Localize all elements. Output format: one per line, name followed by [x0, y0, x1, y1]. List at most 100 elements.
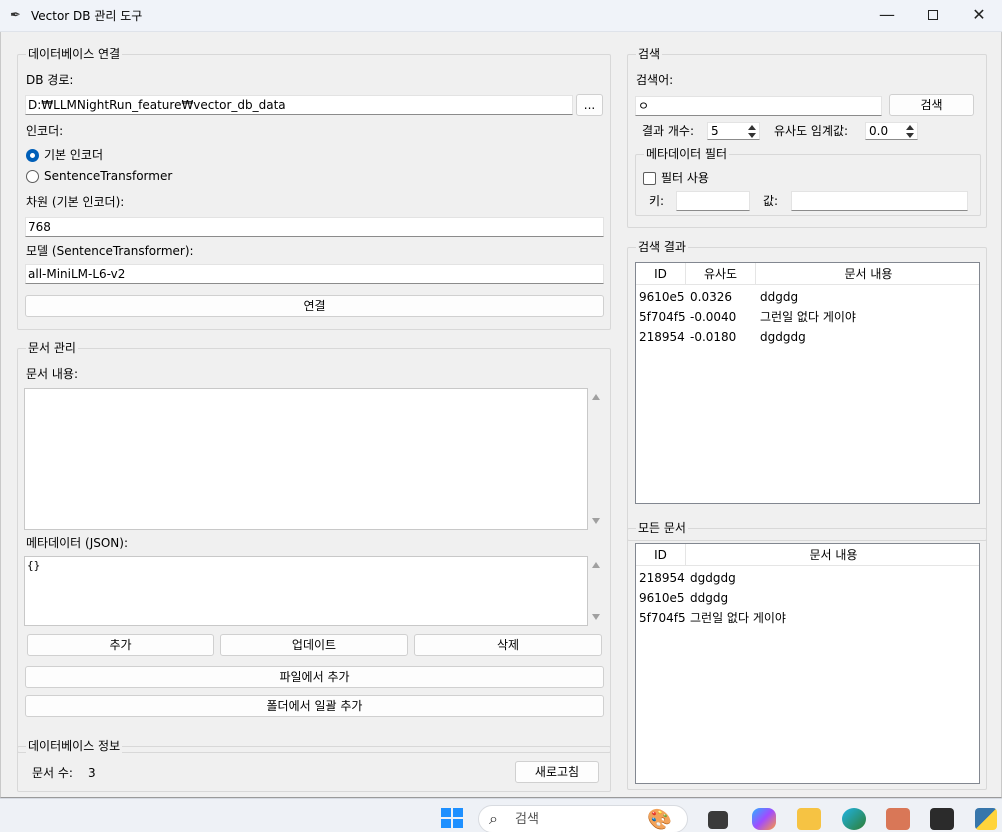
spin-down-icon[interactable]	[748, 133, 756, 138]
column-header-id[interactable]: ID	[636, 544, 686, 566]
filter-value-label: 값:	[763, 194, 779, 208]
minimize-button[interactable]: —	[864, 0, 910, 32]
group-title: 검색	[636, 46, 663, 62]
maximize-button[interactable]	[910, 0, 956, 32]
column-header-content[interactable]: 문서 내용	[686, 544, 981, 566]
group-title: 검색 결과	[636, 239, 688, 255]
browse-button[interactable]: ...	[576, 94, 603, 116]
threshold-spinbox[interactable]: 0.0	[865, 122, 918, 140]
table-row[interactable]: 218954 -0.0180 dgdgdg	[636, 327, 979, 347]
cell-content: ddgdg	[690, 591, 729, 605]
cell-content: 그런일 없다 게이야	[690, 611, 786, 625]
metadata-scrollbar[interactable]	[588, 556, 605, 626]
column-header-score[interactable]: 유사도	[686, 263, 756, 285]
spin-arrows[interactable]	[904, 124, 916, 139]
cell-id: 218954	[639, 571, 685, 585]
table-row[interactable]: 9610e5 0.0326 ddgdg	[636, 287, 979, 307]
edge-icon[interactable]	[842, 808, 866, 830]
encoder-option-sentence-transformer[interactable]: SentenceTransformer	[44, 168, 172, 184]
file-explorer-icon[interactable]	[797, 808, 821, 830]
model-label: 모델 (SentenceTransformer):	[26, 244, 194, 258]
claude-icon[interactable]	[886, 808, 910, 830]
table-row[interactable]: 218954 dgdgdg	[636, 568, 979, 588]
table-row[interactable]: 5f704f5 -0.0040 그런일 없다 게이야	[636, 307, 979, 327]
doc-content-textarea[interactable]	[24, 388, 588, 530]
table-header: ID 문서 내용	[636, 544, 979, 566]
column-header-id[interactable]: ID	[636, 263, 686, 285]
add-from-file-button[interactable]: 파일에서 추가	[25, 666, 604, 688]
python-icon[interactable]	[975, 808, 997, 830]
scroll-up-icon[interactable]	[592, 562, 600, 568]
group-title: 모든 문서	[636, 520, 688, 536]
result-count-label: 결과 개수:	[642, 124, 695, 138]
threshold-value: 0.0	[869, 124, 889, 138]
scroll-down-icon[interactable]	[592, 518, 600, 524]
result-count-spinbox[interactable]: 5	[707, 122, 760, 140]
cell-score: -0.0040	[690, 310, 737, 324]
app-window: 데이터베이스 연결 DB 경로: D:₩LLMNightRun_feature₩…	[0, 32, 1002, 798]
terminal-icon[interactable]	[930, 808, 954, 830]
cell-content: dgdgdg	[760, 330, 806, 344]
cell-score: -0.0180	[690, 330, 737, 344]
encoder-radio-sentence-transformer[interactable]	[26, 170, 39, 183]
maximize-icon	[928, 10, 938, 20]
search-query-label: 검색어:	[636, 73, 674, 87]
group-title: 데이터베이스 정보	[26, 738, 123, 754]
scroll-down-icon[interactable]	[592, 614, 600, 620]
db-path-label: DB 경로:	[26, 73, 74, 87]
feather-app-icon: ✒	[10, 8, 21, 23]
cell-content: dgdgdg	[690, 571, 736, 585]
dimension-field[interactable]: 768	[25, 217, 604, 237]
add-from-folder-button[interactable]: 폴더에서 일괄 추가	[25, 695, 604, 717]
column-header-content[interactable]: 문서 내용	[756, 263, 981, 285]
group-title: 데이터베이스 연결	[26, 46, 123, 62]
use-filter-checkbox[interactable]	[643, 172, 656, 185]
encoder-option-default[interactable]: 기본 인코더	[44, 147, 103, 163]
window-title: Vector DB 관리 도구	[31, 9, 143, 23]
spin-arrows[interactable]	[746, 124, 758, 139]
cell-content: ddgdg	[760, 290, 799, 304]
spin-up-icon[interactable]	[906, 125, 914, 130]
db-path-field[interactable]: D:₩LLMNightRun_feature₩vector_db_data	[25, 95, 573, 115]
use-filter-label[interactable]: 필터 사용	[661, 170, 709, 186]
refresh-button[interactable]: 새로고침	[515, 761, 599, 783]
connect-button[interactable]: 연결	[25, 295, 604, 317]
metadata-textarea[interactable]: {}	[24, 556, 588, 626]
scroll-up-icon[interactable]	[592, 394, 600, 400]
encoder-radio-default[interactable]	[26, 149, 39, 162]
table-row[interactable]: 9610e5 ddgdg	[636, 588, 979, 608]
close-button[interactable]: ✕	[956, 0, 1002, 32]
copilot-icon[interactable]	[752, 808, 776, 830]
spin-down-icon[interactable]	[906, 133, 914, 138]
search-button[interactable]: 검색	[889, 94, 974, 116]
filter-key-field[interactable]	[676, 191, 750, 211]
windows-start-icon[interactable]	[441, 808, 465, 830]
model-field[interactable]: all-MiniLM-L6-v2	[25, 264, 604, 284]
table-header: ID 유사도 문서 내용	[636, 263, 979, 285]
search-query-field[interactable]: ㅇ	[635, 96, 882, 116]
filter-key-label: 키:	[649, 194, 665, 208]
cell-content: 그런일 없다 게이야	[760, 310, 856, 324]
cell-id: 5f704f5	[639, 611, 686, 625]
task-view-icon[interactable]	[708, 811, 728, 829]
filter-value-field[interactable]	[791, 191, 968, 211]
spin-up-icon[interactable]	[748, 125, 756, 130]
all-docs-table[interactable]: ID 문서 내용 218954 dgdgdg 9610e5 ddgdg 5f70…	[635, 543, 980, 784]
delete-button[interactable]: 삭제	[414, 634, 602, 656]
doc-content-scrollbar[interactable]	[588, 388, 605, 530]
cell-id: 5f704f5	[639, 310, 686, 324]
taskbar: ⌕ 검색 🎨	[0, 798, 1002, 832]
add-button[interactable]: 추가	[27, 634, 214, 656]
cell-score: 0.0326	[690, 290, 732, 304]
search-icon: ⌕	[489, 809, 498, 828]
group-title: 문서 관리	[26, 340, 78, 356]
cell-id: 9610e5	[639, 591, 685, 605]
taskbar-search-box[interactable]: ⌕ 검색 🎨	[478, 805, 688, 832]
group-title: 메타데이터 필터	[644, 146, 730, 162]
search-results-table[interactable]: ID 유사도 문서 내용 9610e5 0.0326 ddgdg 5f704f5…	[635, 262, 980, 504]
update-button[interactable]: 업데이트	[220, 634, 408, 656]
doc-count-label: 문서 수:	[32, 766, 73, 780]
encoder-label: 인코더:	[26, 124, 64, 138]
table-row[interactable]: 5f704f5 그런일 없다 게이야	[636, 608, 979, 628]
result-count-value: 5	[711, 124, 719, 138]
